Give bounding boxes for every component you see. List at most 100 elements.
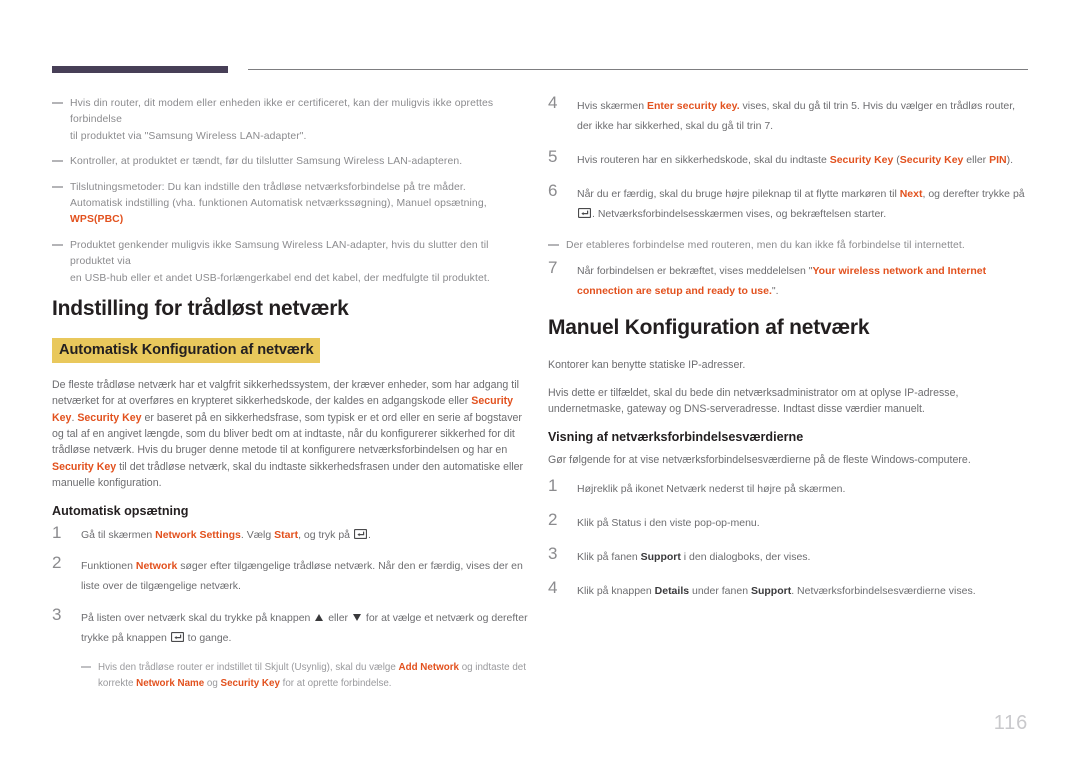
intro-line-2c: . [71,411,75,424]
step-text-part: Hvis skærmen [577,100,648,112]
document-page: Hvis din router, dit modem eller enheden… [0,0,1080,763]
step-number: 1 [52,523,62,543]
note-line-1: Produktet genkender muligvis ikke Samsun… [70,239,489,268]
success-message-line-2: are setup and ready to use. [635,285,772,298]
step-item-seven: 7 Når forbindelsen er bekræftet, vises m… [548,258,1030,301]
right-column: 4 Hvis skærmen Enter security key. vises… [548,93,1030,615]
step-text-part: Når forbindelsen er bekræftet, vises med… [577,265,813,278]
step-item: 6 Når du er færdig, skal du bruge højre … [548,181,1030,224]
note-line-2: en USB-hub eller et andet USB-forlængerk… [70,272,490,284]
subnote-text-part: for at oprette forbindelse. [279,677,392,689]
start-term: Start [274,529,299,542]
highlight-heading-wrap: Automatisk Konfiguration af netværk [52,338,532,377]
security-key-term-2: Security Key [77,411,142,424]
step-item: 4 Hvis skærmen Enter security key. vises… [548,93,1030,136]
paragraph-static-ip: Kontorer kan benytte statiske IP-adresse… [548,359,746,372]
pin-term: PIN [989,154,1007,166]
step-number: 3 [52,605,62,625]
note-line-1: Tilslutningsmetoder: Du kan indstille de… [70,181,466,193]
step-number: 3 [548,544,558,564]
note-line-2: Automatisk indstilling (vha. funktionen … [70,198,487,210]
step-number: 7 [548,258,558,278]
enter-key-icon [353,529,367,540]
paragraph-windows-instructions: Gør følgende for at vise netværksforbind… [548,454,971,467]
note-connection-methods: Tilslutningsmetoder: Du kan indstille de… [52,180,532,229]
enter-security-key-term: Enter security key. [647,100,740,112]
network-name-term: Network Name [136,677,205,689]
step-text-part: ). [1006,154,1014,166]
enter-key-icon [170,632,184,643]
step-text: Klik på Status i den viste pop-op-menu. [577,517,760,530]
step-text-part: eller [325,612,351,625]
step-text-part: Klik på fanen [577,551,641,564]
intro-line-5a: Hvis du bruger denne metode til at konfi… [137,444,508,457]
security-key-term-4: Security Key [220,677,280,689]
step-text: Højreklik på ikonet Netværk nederst til … [577,483,846,496]
step-number: 6 [548,181,558,200]
step-text-part: . [367,529,371,542]
step-text-part: Klik på knappen [577,585,655,598]
note-line-1: Kontroller, at produktet er tændt, før d… [70,156,463,168]
subnote-text-part: og [204,677,221,689]
step-text: Hvis routeren har en sikkerhedskode, ska… [577,154,1013,166]
step-number: 4 [548,578,558,598]
step-item: 2 Klik på Status i den viste pop-op-menu… [548,510,1030,533]
step-item: 3 På listen over netværk skal du trykke … [52,605,532,648]
page-title-wireless-setup: Indstilling for trådløst netværk [52,297,349,321]
intro-line-5c: til det [116,460,145,473]
step-text-part: Funktionen [81,560,136,573]
right-steps-bottom-list: 1 Højreklik på ikonet Netværk nederst ti… [548,476,1030,601]
page-title-manual-config: Manuel Konfiguration af netværk [548,316,870,340]
note-line-1: Hvis din router, dit modem eller enheden… [70,98,494,126]
note-line-2: til produktet via "Samsung Wireless LAN-… [70,130,307,142]
step-item: 5 Hvis routeren har en sikkerhedskode, s… [548,147,1030,170]
step-item: 2 Funktionen Network søger efter tilgæng… [52,553,532,596]
left-steps-list: 1 Gå til skærmen Network Settings. Vælg … [52,523,532,648]
header-accent-bar [52,66,228,73]
network-term: Network [135,560,178,573]
network-settings-term: Network Settings [155,529,241,542]
step-text: Hvis skærmen Enter security key. vises, … [577,100,1015,132]
subheading-automatic-setup: Automatisk opsætning [52,504,189,519]
step-text-part: På listen over netværk skal du trykke på… [81,612,314,625]
left-column: Hvis din router, dit modem eller enheden… [52,96,532,691]
step-number: 4 [548,93,558,112]
step-text: Når forbindelsen er bekræftet, vises med… [577,265,986,297]
header-thin-line [248,69,1028,70]
step-item: 4 Klik på knappen Details under fanen Su… [548,578,1030,601]
step-text-part: i den dialogboks, der vises. [680,551,811,564]
next-term: Next [899,188,923,200]
note-router-not-certified: Hvis din router, dit modem eller enheden… [52,96,532,145]
details-button-term: Details [654,585,690,598]
step-number: 5 [548,147,558,166]
step-text: Funktionen Network søger efter tilgængel… [81,560,523,592]
note-line-1: Der etableres forbindelse med routeren, … [566,240,965,251]
step-text: Klik på knappen Details under fanen Supp… [577,585,976,597]
page-number: 116 [993,712,1028,734]
right-steps-top-list: 4 Hvis skærmen Enter security key. vises… [548,93,1030,224]
support-tab-term-2: Support [750,585,792,598]
step-text-part: . Vælg [240,529,275,542]
step-text-part: . Netværksforbindelsesskærmen vises, og … [592,208,887,220]
step-number: 2 [548,510,558,530]
step-number: 1 [548,476,558,496]
paragraph-admin-values: Hvis dette er tilfældet, skal du bede di… [548,386,959,415]
note-internet-connection: Der etableres forbindelse med routeren, … [548,238,1030,254]
subnote-text-part: Hvis den trådløse router er indstillet t… [98,662,399,674]
step-text-part: . Netværksforbindelsesværdierne vises. [791,585,976,598]
subheading-view-network-values: Visning af netværksforbindelsesværdierne [548,430,804,445]
step-text-part: ". [771,285,779,298]
support-tab-term-1: Support [640,551,681,564]
intro-paragraph: De fleste trådløse netværk har et valgfr… [52,377,532,491]
step-number: 2 [52,553,62,573]
step-text-part: under fanen [689,585,751,598]
step-text: Klik på fanen Support i den dialogboks, … [577,551,810,563]
security-key-term-5: Security Key [829,154,894,166]
step-text-part: Gå til skærmen [81,529,156,542]
note-usb-hub: Produktet genkender muligvis ikke Samsun… [52,238,532,287]
enter-key-icon [578,208,591,218]
step-text-part: Hvis routeren har en sikkerhedskode, ska… [577,154,830,166]
subnote-hidden-router: Hvis den trådløse router er indstillet t… [81,660,532,691]
wps-pbc-term: WPS(PBC) [70,214,124,226]
add-network-term: Add Network [398,662,459,674]
